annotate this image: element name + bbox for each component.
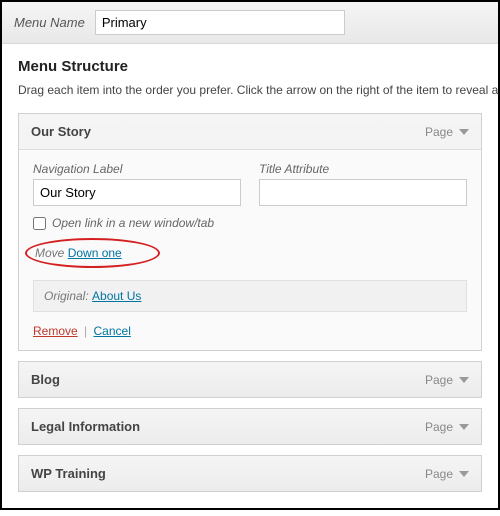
menu-item-type-area: Page (425, 125, 469, 139)
menu-item-body: Navigation Label Title Attribute Open li… (19, 149, 481, 350)
menu-item-header[interactable]: Our Story Page (19, 114, 481, 149)
menu-item-type-label: Page (425, 125, 453, 139)
nav-label-input[interactable] (33, 179, 241, 206)
menu-item-title: Our Story (31, 124, 91, 139)
title-attr-field: Title Attribute (259, 162, 467, 206)
menu-item-title: WP Training (31, 466, 106, 481)
open-new-tab-row: Open link in a new window/tab (33, 216, 467, 230)
menu-item-type-label: Page (425, 467, 453, 481)
menu-name-label: Menu Name (14, 15, 85, 30)
chevron-down-icon[interactable] (459, 375, 469, 385)
remove-link[interactable]: Remove (33, 324, 78, 338)
cancel-link[interactable]: Cancel (94, 324, 131, 338)
menu-item-our-story: Our Story Page Navigation Label Title At… (18, 113, 482, 351)
move-label: Move (35, 246, 64, 260)
title-attr-label: Title Attribute (259, 162, 467, 176)
menu-item-type-area: Page (425, 420, 469, 434)
menu-name-bar: Menu Name (2, 2, 498, 44)
menu-item-header[interactable]: WP Training Page (19, 456, 481, 491)
move-row: Move Down one (33, 242, 142, 266)
menu-item-type-area: Page (425, 467, 469, 481)
nav-label-field: Navigation Label (33, 162, 241, 206)
menu-item-type-label: Page (425, 420, 453, 434)
separator: | (84, 324, 87, 338)
action-row: Remove | Cancel (33, 324, 467, 338)
open-new-tab-label: Open link in a new window/tab (52, 216, 214, 230)
section-description: Drag each item into the order you prefer… (18, 83, 482, 97)
nav-label-label: Navigation Label (33, 162, 241, 176)
chevron-down-icon[interactable] (459, 422, 469, 432)
menu-item-type-label: Page (425, 373, 453, 387)
menu-item-legal-information: Legal Information Page (18, 408, 482, 445)
content-area: Menu Structure Drag each item into the o… (2, 44, 498, 516)
chevron-down-icon[interactable] (459, 469, 469, 479)
menu-name-input[interactable] (95, 10, 345, 35)
chevron-down-icon[interactable] (459, 127, 469, 137)
section-title: Menu Structure (18, 58, 482, 75)
menu-item-title: Legal Information (31, 419, 140, 434)
title-attr-input[interactable] (259, 179, 467, 206)
original-label: Original: (44, 289, 89, 303)
open-new-tab-checkbox[interactable] (33, 217, 46, 230)
menu-item-type-area: Page (425, 373, 469, 387)
menu-item-title: Blog (31, 372, 60, 387)
move-down-one-link[interactable]: Down one (68, 246, 122, 260)
menu-item-header[interactable]: Legal Information Page (19, 409, 481, 444)
menu-item-blog: Blog Page (18, 361, 482, 398)
field-row: Navigation Label Title Attribute (33, 162, 467, 206)
menu-item-wp-training: WP Training Page (18, 455, 482, 492)
original-box: Original: About Us (33, 280, 467, 312)
original-link[interactable]: About Us (92, 289, 141, 303)
menu-item-header[interactable]: Blog Page (19, 362, 481, 397)
